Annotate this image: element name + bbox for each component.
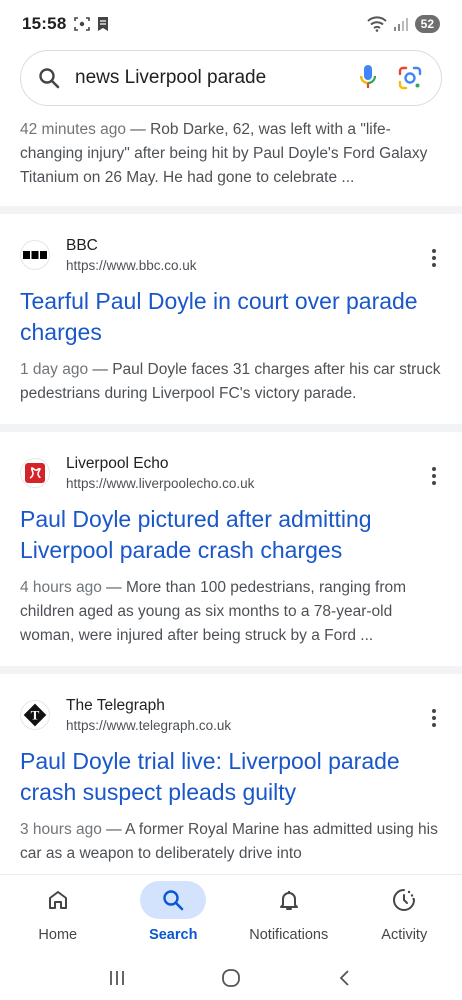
result-title-link[interactable]: Paul Doyle pictured after admitting Live… <box>20 504 442 566</box>
source-name: Liverpool Echo <box>66 454 169 472</box>
more-vert-icon[interactable] <box>424 706 444 730</box>
result-date: 42 minutes ago <box>20 121 126 138</box>
result-snippet: 3 hours ago — A former Royal Marine has … <box>20 818 442 866</box>
nav-activity-label: Activity <box>381 927 428 943</box>
search-results[interactable]: 42 minutes ago — Rob Darke, 62, was left… <box>0 112 462 874</box>
home-circle-icon <box>222 969 240 987</box>
lens-button[interactable] <box>395 63 425 93</box>
result-card-telegraph[interactable]: T The Telegraph https://www.telegraph.co… <box>0 674 462 874</box>
nav-notifications-label: Notifications <box>249 927 329 943</box>
result-title-link[interactable]: Tearful Paul Doyle in court over parade … <box>20 286 442 348</box>
wifi-icon <box>366 16 387 32</box>
mic-icon <box>359 65 377 88</box>
source-name: BBC <box>66 236 98 254</box>
home-icon <box>48 891 67 909</box>
bookmark-icon <box>98 17 109 31</box>
liverpool-echo-favicon <box>20 458 50 488</box>
source-url: https://www.bbc.co.uk <box>66 257 197 273</box>
status-right: 52 <box>366 15 440 33</box>
nav-notifications[interactable]: Notifications <box>234 881 344 943</box>
nav-search-label: Search <box>149 927 198 943</box>
lens-icon <box>398 66 422 90</box>
recents-icon <box>110 971 124 985</box>
result-date: 4 hours ago <box>20 579 102 596</box>
bbc-favicon <box>20 240 50 270</box>
result-source[interactable]: BBC https://www.bbc.co.uk <box>20 234 442 276</box>
source-url: https://www.telegraph.co.uk <box>66 717 232 733</box>
svg-text:T: T <box>31 708 40 723</box>
result-date: 1 day ago <box>20 361 89 378</box>
result-title-link[interactable]: Paul Doyle trial live: Liverpool parade … <box>20 746 442 808</box>
activity-icon <box>393 889 416 911</box>
search-bar[interactable] <box>20 50 442 106</box>
system-navigation-bar <box>0 956 462 1000</box>
more-vert-icon[interactable] <box>424 464 444 488</box>
home-button[interactable] <box>211 963 251 993</box>
telegraph-favicon: T <box>20 700 50 730</box>
voice-search-button[interactable] <box>353 63 383 93</box>
result-snippet: 42 minutes ago — Rob Darke, 62, was left… <box>20 118 442 190</box>
nav-search[interactable]: Search <box>118 881 228 943</box>
result-date: 3 hours ago <box>20 821 102 838</box>
status-time: 15:58 <box>22 14 67 33</box>
search-input[interactable] <box>75 67 341 89</box>
result-card-top[interactable]: 42 minutes ago — Rob Darke, 62, was left… <box>0 112 462 206</box>
back-button[interactable] <box>325 963 365 993</box>
bottom-navigation: Home Search Notifications Activity <box>0 874 462 956</box>
result-snippet: 1 day ago — Paul Doyle faces 31 charges … <box>20 358 442 406</box>
battery-indicator: 52 <box>414 15 440 33</box>
recents-button[interactable] <box>97 963 137 993</box>
status-bar: 15:58 52 <box>0 0 462 48</box>
status-left-icons <box>74 16 110 32</box>
more-vert-icon[interactable] <box>424 246 444 270</box>
search-icon <box>163 890 184 911</box>
result-source[interactable]: T The Telegraph https://www.telegraph.co… <box>20 694 442 736</box>
screenshot-icon <box>74 17 91 31</box>
search-icon[interactable] <box>37 66 61 90</box>
source-name: The Telegraph <box>66 696 165 714</box>
result-card-bbc[interactable]: BBC https://www.bbc.co.uk Tearful Paul D… <box>0 214 462 424</box>
bell-icon <box>279 891 298 910</box>
nav-home[interactable]: Home <box>3 881 113 943</box>
nav-home-label: Home <box>38 927 78 943</box>
nav-activity[interactable]: Activity <box>349 881 459 943</box>
back-icon <box>339 970 349 986</box>
result-snippet: 4 hours ago — More than 100 pedestrians,… <box>20 576 442 648</box>
result-source[interactable]: Liverpool Echo https://www.liverpoolecho… <box>20 452 442 494</box>
source-url: https://www.liverpoolecho.co.uk <box>66 475 255 491</box>
result-card-liverpool-echo[interactable]: Liverpool Echo https://www.liverpoolecho… <box>0 432 462 666</box>
signal-icon <box>393 18 408 31</box>
